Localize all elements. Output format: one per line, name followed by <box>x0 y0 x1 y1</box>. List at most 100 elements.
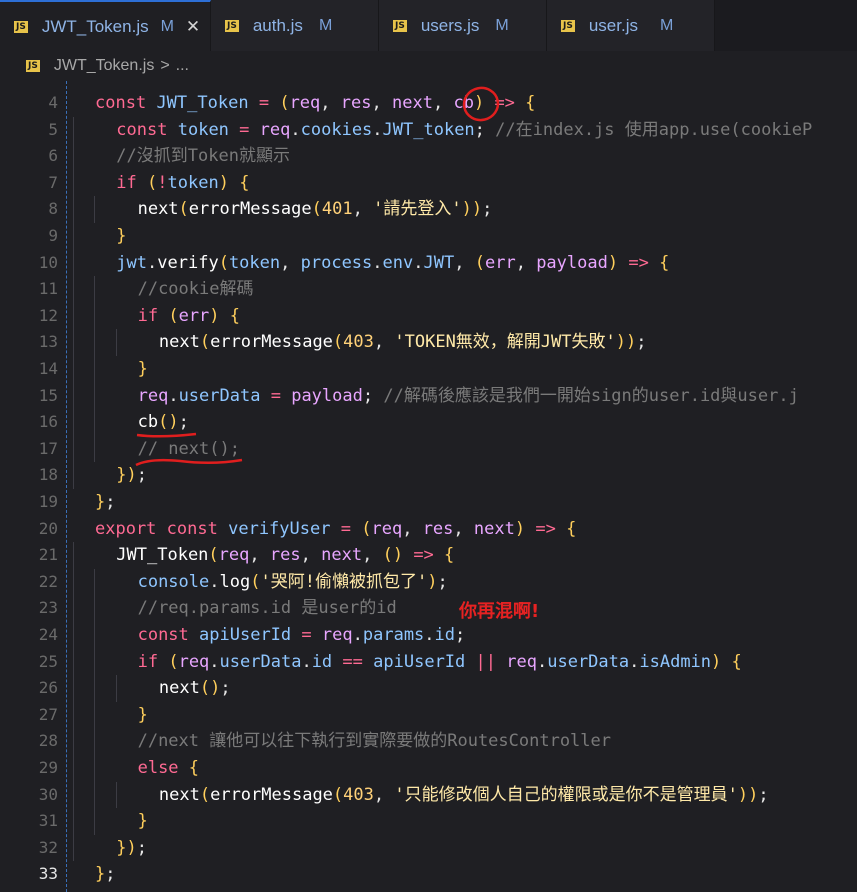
code-line[interactable]: 4 const JWT_Token = (req, res, next, cb) … <box>0 90 857 117</box>
line-number: 4 <box>48 93 58 112</box>
line-number: 22 <box>38 571 58 591</box>
code-line[interactable]: 32}); <box>0 834 857 862</box>
code-line[interactable]: 25 if (req.userData.id == apiUserId || re… <box>0 648 857 676</box>
indent-guide <box>73 116 74 144</box>
code-line[interactable]: 6 //沒抓到Token就顯示 <box>0 143 857 170</box>
line-number: 11 <box>38 279 58 299</box>
javascript-file-icon: JS <box>26 60 40 72</box>
line-number: 21 <box>38 545 58 565</box>
code-line[interactable]: 24 const apiUserId = req.params.id; <box>0 622 857 649</box>
indent-guide <box>94 675 96 702</box>
code-line[interactable]: 21 JWT_Token(req, res, next, () => { <box>0 542 857 569</box>
code-line[interactable]: 15 req.userData = payload; //解碼後應該是我們一開始s… <box>0 382 857 410</box>
line-number: 14 <box>38 359 58 378</box>
code-text: //next 讓他可以往下執行到實際要做的RoutesController <box>137 731 611 752</box>
indent-guide <box>73 462 74 489</box>
indent-guide <box>94 595 96 622</box>
code-line[interactable]: 31} <box>0 808 857 835</box>
indent-guide <box>94 808 96 835</box>
code-line[interactable]: 26 next(); <box>0 675 857 702</box>
indent-guide <box>73 276 74 303</box>
code-line[interactable]: 22 console.log('哭阿!偷懶被抓包了'); <box>0 568 857 596</box>
breadcrumb-file[interactable]: JWT_Token.js <box>54 57 154 75</box>
line-number: 23 <box>38 598 58 618</box>
tab-label: JWT_Token.js <box>41 16 149 36</box>
code-editor[interactable]: 4 const JWT_Token = (req, res, next, cb) … <box>0 81 857 892</box>
code-line[interactable]: 30 next(errorMessage(403, '只能修改個人自己的權限或是你… <box>0 781 857 809</box>
code-line[interactable]: 20 export const verifyUser = (req, res, n… <box>0 516 857 543</box>
line-number: 5 <box>48 119 58 139</box>
code-line[interactable]: 18}); <box>0 462 857 489</box>
code-line[interactable]: 5 const token = req.cookies.JWT_token; //… <box>0 116 857 144</box>
indent-guide <box>73 169 74 197</box>
code-text: } <box>137 811 148 832</box>
code-line[interactable]: 17 // next(); <box>0 435 857 463</box>
code-line[interactable]: 23 //req.params.id 是user的id <box>0 595 857 622</box>
tab-jwt-token[interactable]: JS JWT_Token.js M ✕ <box>0 0 211 51</box>
tab-label: user.js <box>588 15 638 35</box>
code-line[interactable]: 16 cb(); <box>0 409 857 436</box>
code-text: next(errorMessage(403, 'TOKEN無效，解開JWT失敗'… <box>158 332 647 353</box>
indent-guide <box>115 675 117 702</box>
line-number: 20 <box>38 518 58 538</box>
code-line[interactable]: 27} <box>0 701 857 729</box>
line-number: 17 <box>38 438 58 458</box>
breadcrumb-more[interactable]: ... <box>176 57 189 75</box>
tab-label: users.js <box>420 15 480 35</box>
indent-guide <box>94 409 96 436</box>
line-number: 25 <box>38 651 58 671</box>
code-text: if (err) { <box>137 305 241 326</box>
line-number: 9 <box>48 226 58 245</box>
code-line[interactable]: 28 //next 讓他可以往下執行到實際要做的RoutesController <box>0 728 857 755</box>
indent-guide <box>73 701 74 729</box>
code-line[interactable]: 33}; <box>0 861 857 888</box>
line-number: 30 <box>38 784 58 804</box>
indent-guide <box>73 435 74 463</box>
code-line[interactable]: 13 next(errorMessage(403, 'TOKEN無效，解開JWT失… <box>0 329 857 356</box>
indent-guide <box>73 728 74 755</box>
indent-guide <box>94 382 96 410</box>
indent-guide <box>94 435 96 463</box>
code-line[interactable]: 11 //cookie解碼 <box>0 276 857 303</box>
close-icon[interactable]: ✕ <box>186 17 200 37</box>
line-number: 12 <box>38 305 58 325</box>
modified-indicator: M <box>318 16 333 34</box>
code-line[interactable]: 29 else { <box>0 755 857 782</box>
tab-auth[interactable]: JS auth.js M <box>211 0 379 51</box>
code-text: }; <box>95 492 116 512</box>
tab-user[interactable]: JS user.js M <box>547 0 715 51</box>
code-line[interactable]: 12 if (err) { <box>0 302 857 330</box>
code-line[interactable]: 14} <box>0 356 857 383</box>
indent-guide <box>73 808 74 835</box>
indent-guide <box>94 701 96 729</box>
indent-guide <box>73 568 74 596</box>
line-number: 27 <box>38 704 58 724</box>
line-number: 31 <box>38 811 58 831</box>
annotation-text: 你再混啊! <box>459 601 540 622</box>
indent-guide <box>94 568 96 596</box>
code-line[interactable]: 9} <box>0 223 857 250</box>
code-line[interactable]: 7 if (!token) { <box>0 169 857 197</box>
editor-tab-bar: JS JWT_Token.js M ✕ JS auth.js M JS user… <box>0 0 857 51</box>
tab-users[interactable]: JS users.js M <box>379 0 547 51</box>
code-line[interactable]: 8 next(errorMessage(401, '請先登入')); <box>0 196 857 223</box>
indent-guide <box>73 196 74 223</box>
code-line[interactable]: 19}; <box>0 489 857 516</box>
code-line[interactable]: 10 jwt.verify(token, process.env.JWT, (er… <box>0 249 857 277</box>
indent-guide <box>73 143 74 170</box>
code-text: if (!token) { <box>116 172 250 193</box>
line-number: 29 <box>38 758 58 777</box>
code-text: const token = req.cookies.JWT_token; //在… <box>116 119 813 140</box>
indent-guide <box>94 728 96 755</box>
indent-guide <box>73 781 74 809</box>
code-text: if (req.userData.id == apiUserId || req.… <box>137 651 742 672</box>
javascript-file-icon: JS <box>14 20 28 33</box>
code-text: }); <box>116 465 148 486</box>
indent-guide <box>73 329 74 356</box>
indent-guide <box>94 356 96 383</box>
indent-guide <box>73 223 74 250</box>
code-text: next(errorMessage(401, '請先登入')); <box>137 199 493 220</box>
indent-guide <box>73 675 74 702</box>
indent-guide <box>94 196 96 223</box>
line-number: 28 <box>38 731 58 751</box>
